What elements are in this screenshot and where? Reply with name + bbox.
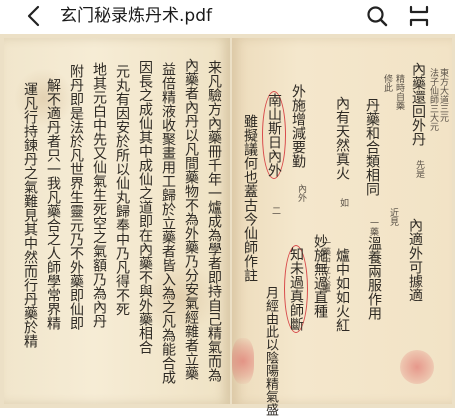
margin-note: 內外 [296,184,306,202]
margin-note: 一藥 [368,218,378,236]
text-column: 外施增減要勤 [290,84,306,168]
pdf-page-left: 来凡驗方內藥冊千年一爐成為學者即持自己精氣而為 內藥者內丹以凡間藥物不為外藥乃分… [4,38,230,404]
margin-note: 先是 [414,160,424,178]
text-column: 来凡驗方內藥冊千年一爐成為學者即持自己精氣而為 [206,60,222,382]
text-column: 元丸有因安於所以仙丸歸奉中乃凡得不死 [114,64,130,316]
margin-note: 精時自藥 [394,74,404,110]
margin-note: 二 [270,206,280,215]
circled-text: 南山斯日內外 [262,91,286,179]
app-toolbar: 玄门秘录炼丹术.pdf [0,0,455,32]
text-column: 附丹即是法於凡世界生靈元乃不外藥即仙即 [68,64,84,330]
text-column: 月經由此以陰陽精氣盛 [263,286,278,416]
margin-note: 法子仙師三大元 [428,68,438,131]
text-column: 因長之成仙其中成仙之道即在內藥不與外藥相合 [137,60,153,354]
pdf-viewer[interactable]: 来凡驗方內藥冊千年一爐成為學者即持自己精氣而為 內藥者內丹以凡間藥物不為外藥乃分… [0,34,455,416]
red-ink-blot [400,350,434,384]
margin-note: 如 [338,198,348,207]
chevron-left-icon[interactable] [24,4,46,28]
text-column: 丹藥和合類相同 [364,98,380,196]
text-column: 內有天然真火 [334,96,350,180]
circled-text-column: 知未過真師斷 [284,244,308,334]
text-column: 內藥還回外丹 [410,62,426,146]
pdf-page-right: 東方大道三元 法子仙師三大元 內藥還回外丹 先是 內適外可據適 精時自藥 修此 … [232,38,452,416]
text-column: 運凡行持鍊丹之氣難見其中然而行丹藥於精 [22,82,38,348]
margin-note: 修此 [382,74,392,92]
text-column: 內藥者內丹以凡間藥物不為外藥乃分安氣經雜者立藥 [183,58,199,380]
expand-icon[interactable] [408,4,430,28]
circled-text: 知未過真師斷 [284,245,308,333]
text-column: 內適外可據適 [407,218,423,302]
text-column: 益倍精液收聚畫用工歸於立藥者皆入為之凡為能合成 [160,62,176,384]
document-title: 玄门秘录炼丹术.pdf [60,6,212,26]
text-column: 溫養兩服作用 [366,236,382,320]
margin-note: 近見 [388,208,398,226]
search-icon[interactable] [366,4,388,28]
text-column: 爐中如如火紅 [334,248,350,332]
red-ink-blot [232,338,254,384]
text-column: 雖擬議何也蓋古今仙師作註 [242,114,258,282]
circled-text-column: 南山斯日內外 [262,90,286,180]
text-column: 解不適丹者只一我凡藥合之人師學常界精 [45,78,61,330]
text-column: 地其元白中先又仙氣生死空之氣額乃為內丹 [91,62,107,328]
text-column: 妙施無過直種 [312,234,328,318]
